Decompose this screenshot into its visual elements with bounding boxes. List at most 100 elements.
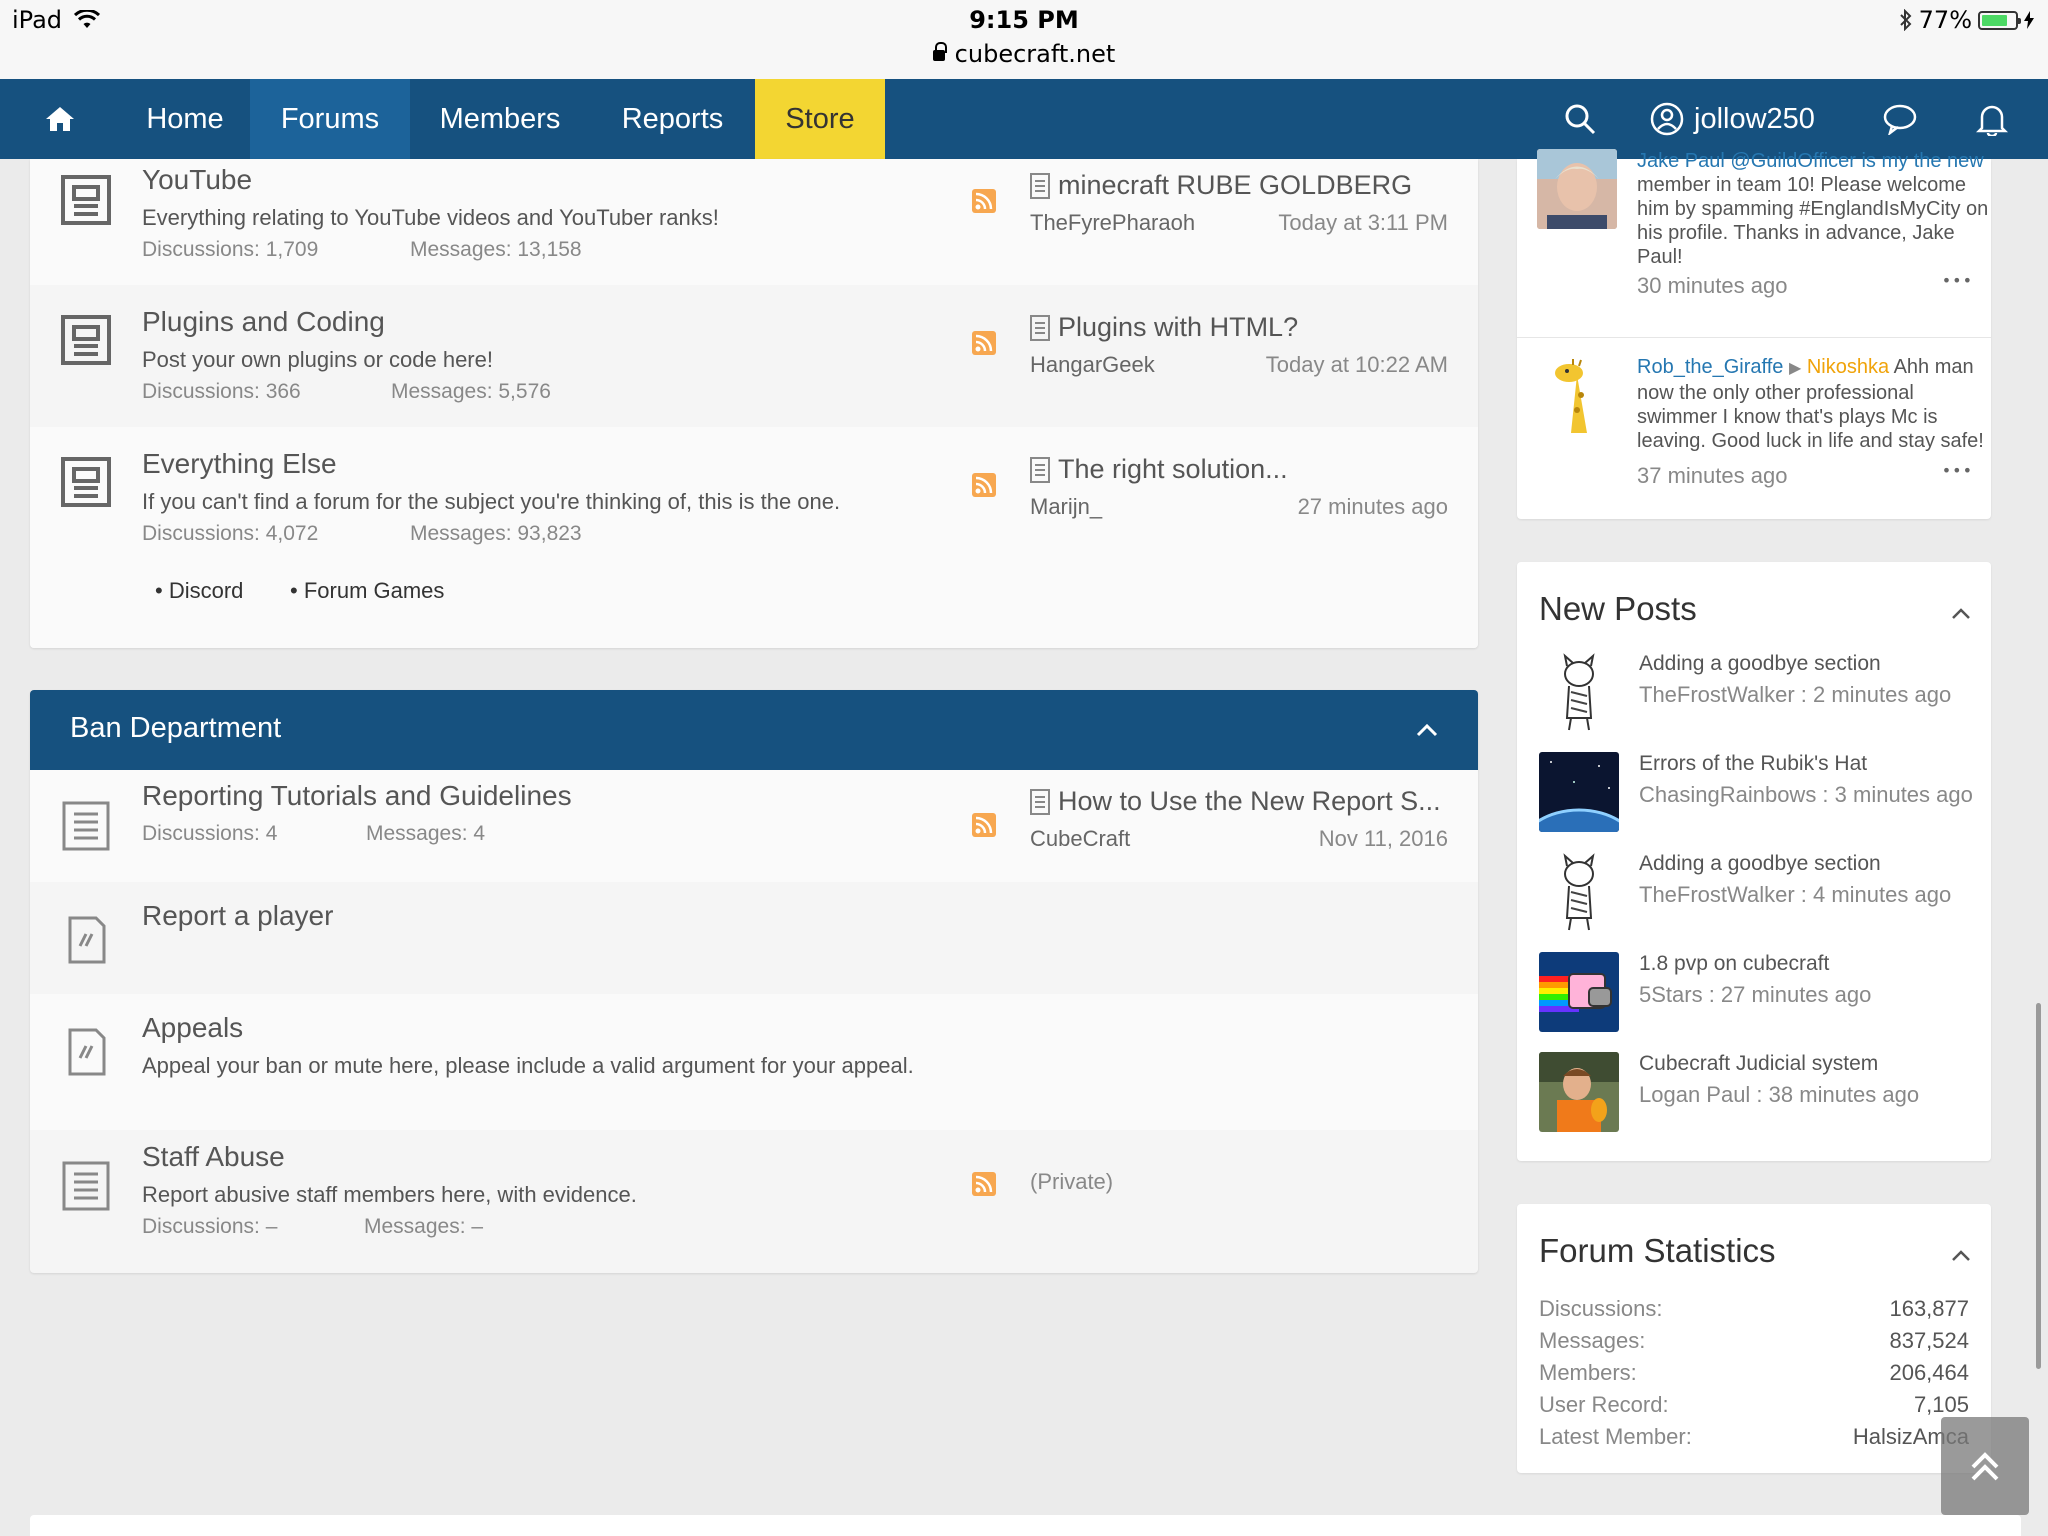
stat-row: Messages: 837,524: [1539, 1328, 1969, 1354]
profile-post-time[interactable]: 37 minutes ago: [1637, 463, 1787, 489]
post-title[interactable]: Adding a goodbye section: [1639, 852, 1881, 876]
conversations-button[interactable]: [1870, 79, 1930, 159]
clock: 9:15 PM: [969, 6, 1079, 34]
messages-count: Messages: 4: [366, 822, 486, 845]
profile-post: Jake Paul @GuildOfficer is my the new me…: [1537, 149, 1988, 329]
new-post-item[interactable]: Cubecraft Judicial system Logan Paul : 3…: [1539, 1052, 1979, 1134]
tab-reports[interactable]: Reports: [590, 79, 755, 159]
search-button[interactable]: [1550, 79, 1610, 159]
new-post-item[interactable]: 1.8 pvp on cubecraft 5Stars : 27 minutes…: [1539, 952, 1979, 1034]
address-bar[interactable]: cubecraft.net: [0, 40, 2048, 68]
tab-members[interactable]: Members: [410, 79, 590, 159]
last-post-user[interactable]: HangarGeek: [1030, 352, 1155, 378]
home-icon-button[interactable]: [0, 79, 120, 159]
forum-title[interactable]: YouTube: [142, 164, 252, 196]
last-post-thread[interactable]: The right solution...: [1030, 454, 1288, 485]
alerts-button[interactable]: [1962, 79, 2022, 159]
stat-row: Discussions: 163,877: [1539, 1296, 1969, 1322]
url-text: cubecraft.net: [954, 40, 1116, 68]
category-title: Ban Department: [70, 712, 282, 744]
stat-value: 837,524: [1889, 1328, 1969, 1353]
chevron-up-icon[interactable]: [1951, 1246, 1971, 1266]
more-options-icon[interactable]: •••: [1942, 461, 1973, 480]
post-meta: 5Stars : 27 minutes ago: [1639, 982, 1872, 1007]
main-nav: Home Forums Members Reports Store jollow…: [0, 79, 2048, 159]
profile-post-time[interactable]: 30 minutes ago: [1637, 273, 1787, 299]
post-thumbnail: [1539, 752, 1619, 832]
post-title[interactable]: 1.8 pvp on cubecraft: [1639, 952, 1829, 976]
last-post-user[interactable]: Marijn_: [1030, 494, 1102, 520]
new-post-item[interactable]: Adding a goodbye section TheFrostWalker …: [1539, 652, 1979, 734]
chevron-up-icon[interactable]: [1951, 604, 1971, 624]
profile-post-text-rest: member in team 10! Please welcome him by…: [1637, 174, 1989, 268]
tab-forums[interactable]: Forums: [250, 79, 410, 159]
stat-value: 7,105: [1913, 1392, 1969, 1417]
post-thumbnail: [1539, 652, 1619, 732]
forum-node-youtube[interactable]: YouTube Everything relating to YouTube v…: [30, 159, 1478, 285]
person-avatar-image: [1537, 149, 1617, 229]
chevron-up-icon[interactable]: [1416, 720, 1438, 740]
profile-post-text: Jake Paul @GuildOfficer is my the new me…: [1637, 149, 1997, 269]
widget-title: New Posts: [1539, 590, 1697, 627]
user-menu[interactable]: jollow250: [1650, 79, 1815, 159]
nyan-cat-image: [1539, 952, 1619, 1032]
person-parrot-image: [1539, 1052, 1619, 1132]
stat-label: Members:: [1539, 1360, 1637, 1385]
post-title[interactable]: Errors of the Rubik's Hat: [1639, 752, 1867, 776]
forum-title[interactable]: Reporting Tutorials and Guidelines: [142, 780, 572, 812]
last-post-thread[interactable]: minecraft RUBE GOLDBERG: [1030, 170, 1412, 201]
link-forum-icon: [68, 916, 106, 964]
last-post-thread[interactable]: How to Use the New Report S...: [1030, 786, 1441, 817]
rss-icon[interactable]: [972, 813, 996, 837]
category-header[interactable]: Ban Department: [30, 690, 1478, 770]
stat-value: 163,877: [1889, 1296, 1969, 1321]
forum-title[interactable]: Appeals: [142, 1012, 243, 1044]
widget-title: Forum Statistics: [1539, 1232, 1776, 1269]
subforum-link-discord[interactable]: • Discord: [155, 578, 243, 604]
last-post-user[interactable]: TheFyrePharaoh: [1030, 210, 1195, 236]
new-post-item[interactable]: Adding a goodbye section TheFrostWalker …: [1539, 852, 1979, 934]
messages-count: Messages: 93,823: [410, 522, 582, 545]
stat-row: Latest Member: HalsizAmca: [1539, 1424, 1969, 1450]
scrollbar[interactable]: [2036, 1003, 2041, 1369]
forum-icon: [61, 315, 111, 365]
post-thumbnail: [1539, 852, 1619, 932]
subforum-link-forum-games[interactable]: • Forum Games: [290, 578, 444, 604]
post-author-link[interactable]: Rob_the_Giraffe: [1637, 356, 1783, 378]
tab-home[interactable]: Home: [120, 79, 250, 159]
forum-title[interactable]: Report a player: [142, 900, 333, 932]
scroll-to-top-button[interactable]: [1941, 1417, 2029, 1515]
more-options-icon[interactable]: •••: [1942, 271, 1973, 290]
document-icon: [1030, 172, 1050, 199]
forum-title[interactable]: Staff Abuse: [142, 1141, 285, 1173]
rss-icon[interactable]: [972, 189, 996, 213]
stat-label: Messages:: [1539, 1328, 1646, 1353]
stat-label: Discussions:: [1539, 1296, 1663, 1321]
new-post-item[interactable]: Errors of the Rubik's Hat ChasingRainbow…: [1539, 752, 1979, 834]
forum-node-report-player[interactable]: Report a player: [30, 882, 1478, 994]
post-meta: Logan Paul : 38 minutes ago: [1639, 1082, 1920, 1107]
forum-description: Appeal your ban or mute here, please inc…: [142, 1053, 914, 1078]
post-title[interactable]: Adding a goodbye section: [1639, 652, 1881, 676]
rss-icon[interactable]: [972, 331, 996, 355]
forum-title[interactable]: Everything Else: [142, 448, 337, 480]
last-post-date: 27 minutes ago: [1297, 494, 1448, 519]
tab-store[interactable]: Store: [755, 79, 885, 159]
avatar[interactable]: [1537, 355, 1617, 435]
forum-title[interactable]: Plugins and Coding: [142, 306, 385, 338]
forum-node-everything-else[interactable]: Everything Else If you can't find a foru…: [30, 427, 1478, 648]
post-target-link[interactable]: Nikoshka: [1807, 356, 1889, 378]
bluetooth-icon: [1899, 9, 1912, 31]
rss-icon[interactable]: [972, 473, 996, 497]
avatar[interactable]: [1537, 149, 1617, 229]
forum-node-staff-abuse[interactable]: Staff Abuse Report abusive staff members…: [30, 1130, 1478, 1273]
rss-icon[interactable]: [972, 1172, 996, 1196]
last-post-user[interactable]: CubeCraft: [1030, 826, 1130, 852]
forum-node-plugins[interactable]: Plugins and Coding Post your own plugins…: [30, 285, 1478, 427]
forum-category-block: YouTube Everything relating to YouTube v…: [30, 159, 1478, 648]
discussions-count: Discussions: 366: [142, 380, 301, 403]
forum-node-appeals[interactable]: Appeals Appeal your ban or mute here, pl…: [30, 994, 1478, 1130]
forum-node-reporting-tutorials[interactable]: Reporting Tutorials and Guidelines Discu…: [30, 770, 1478, 882]
post-title[interactable]: Cubecraft Judicial system: [1639, 1052, 1878, 1076]
last-post-thread[interactable]: Plugins with HTML?: [1030, 312, 1298, 343]
